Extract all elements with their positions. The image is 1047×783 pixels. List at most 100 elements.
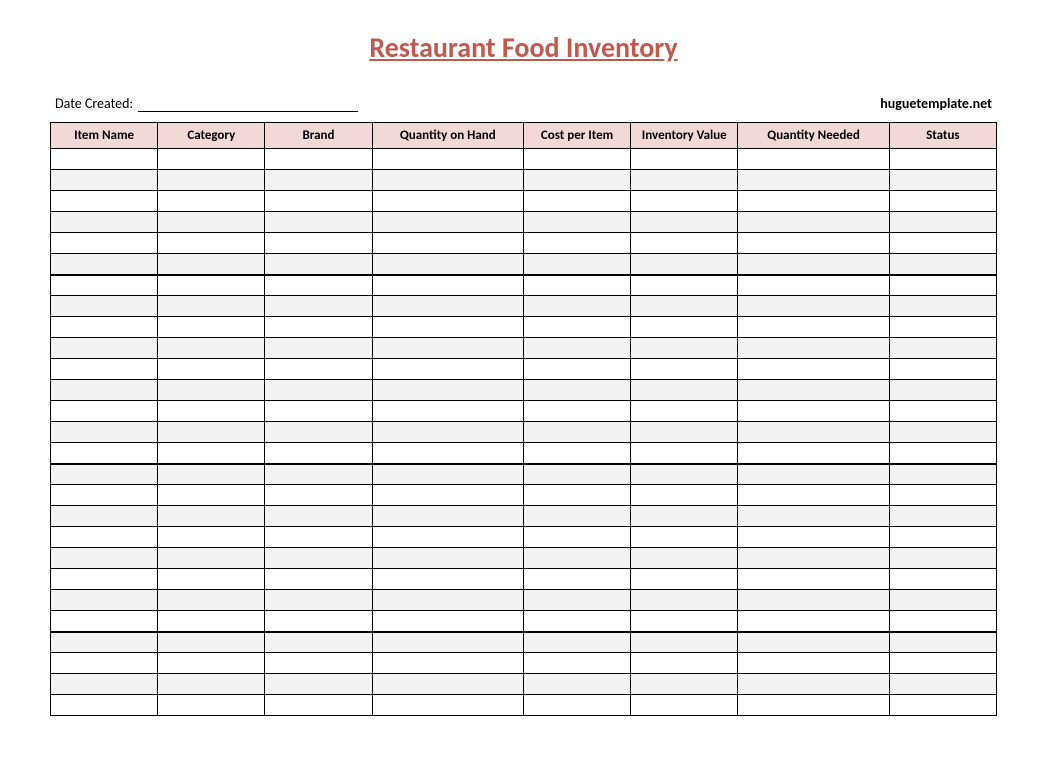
table-cell[interactable] xyxy=(523,338,630,359)
table-cell[interactable] xyxy=(158,632,265,653)
table-cell[interactable] xyxy=(265,653,372,674)
table-cell[interactable] xyxy=(889,548,996,569)
table-cell[interactable] xyxy=(631,695,738,716)
table-cell[interactable] xyxy=(889,674,996,695)
table-cell[interactable] xyxy=(738,317,889,338)
date-created-value[interactable] xyxy=(138,96,358,112)
table-cell[interactable] xyxy=(158,233,265,254)
table-cell[interactable] xyxy=(51,149,158,170)
table-cell[interactable] xyxy=(523,674,630,695)
table-cell[interactable] xyxy=(265,485,372,506)
table-cell[interactable] xyxy=(738,485,889,506)
table-cell[interactable] xyxy=(265,359,372,380)
table-cell[interactable] xyxy=(523,212,630,233)
table-cell[interactable] xyxy=(889,422,996,443)
table-cell[interactable] xyxy=(372,464,523,485)
table-cell[interactable] xyxy=(889,695,996,716)
table-cell[interactable] xyxy=(631,233,738,254)
table-cell[interactable] xyxy=(738,275,889,296)
table-cell[interactable] xyxy=(265,317,372,338)
table-cell[interactable] xyxy=(158,275,265,296)
table-cell[interactable] xyxy=(372,359,523,380)
table-cell[interactable] xyxy=(523,191,630,212)
table-cell[interactable] xyxy=(631,317,738,338)
table-cell[interactable] xyxy=(631,170,738,191)
table-cell[interactable] xyxy=(631,464,738,485)
table-cell[interactable] xyxy=(631,275,738,296)
table-cell[interactable] xyxy=(158,590,265,611)
table-cell[interactable] xyxy=(51,590,158,611)
table-cell[interactable] xyxy=(158,653,265,674)
table-cell[interactable] xyxy=(631,674,738,695)
table-cell[interactable] xyxy=(265,674,372,695)
table-cell[interactable] xyxy=(372,149,523,170)
table-cell[interactable] xyxy=(51,191,158,212)
table-cell[interactable] xyxy=(523,401,630,422)
table-cell[interactable] xyxy=(738,590,889,611)
table-cell[interactable] xyxy=(158,569,265,590)
table-cell[interactable] xyxy=(265,464,372,485)
table-cell[interactable] xyxy=(265,296,372,317)
table-cell[interactable] xyxy=(158,422,265,443)
table-cell[interactable] xyxy=(265,527,372,548)
table-cell[interactable] xyxy=(158,380,265,401)
table-cell[interactable] xyxy=(738,632,889,653)
table-cell[interactable] xyxy=(372,548,523,569)
table-cell[interactable] xyxy=(51,443,158,464)
table-cell[interactable] xyxy=(523,170,630,191)
table-cell[interactable] xyxy=(889,611,996,632)
table-cell[interactable] xyxy=(889,632,996,653)
table-cell[interactable] xyxy=(889,233,996,254)
table-cell[interactable] xyxy=(51,506,158,527)
table-cell[interactable] xyxy=(372,590,523,611)
table-cell[interactable] xyxy=(51,632,158,653)
table-cell[interactable] xyxy=(523,254,630,275)
table-cell[interactable] xyxy=(158,506,265,527)
table-cell[interactable] xyxy=(372,569,523,590)
table-cell[interactable] xyxy=(631,338,738,359)
table-cell[interactable] xyxy=(158,338,265,359)
table-cell[interactable] xyxy=(372,422,523,443)
table-cell[interactable] xyxy=(631,569,738,590)
table-cell[interactable] xyxy=(372,443,523,464)
table-cell[interactable] xyxy=(889,317,996,338)
table-cell[interactable] xyxy=(51,338,158,359)
table-cell[interactable] xyxy=(265,422,372,443)
table-cell[interactable] xyxy=(51,653,158,674)
table-cell[interactable] xyxy=(51,674,158,695)
table-cell[interactable] xyxy=(889,464,996,485)
table-cell[interactable] xyxy=(51,380,158,401)
table-cell[interactable] xyxy=(889,590,996,611)
table-cell[interactable] xyxy=(523,527,630,548)
table-cell[interactable] xyxy=(738,527,889,548)
table-cell[interactable] xyxy=(51,254,158,275)
table-cell[interactable] xyxy=(372,527,523,548)
table-cell[interactable] xyxy=(523,548,630,569)
table-cell[interactable] xyxy=(738,233,889,254)
table-cell[interactable] xyxy=(265,233,372,254)
table-cell[interactable] xyxy=(523,506,630,527)
table-cell[interactable] xyxy=(523,359,630,380)
table-cell[interactable] xyxy=(523,632,630,653)
table-cell[interactable] xyxy=(51,695,158,716)
table-cell[interactable] xyxy=(523,380,630,401)
table-cell[interactable] xyxy=(738,464,889,485)
table-cell[interactable] xyxy=(265,401,372,422)
table-cell[interactable] xyxy=(631,653,738,674)
table-cell[interactable] xyxy=(51,611,158,632)
table-cell[interactable] xyxy=(889,401,996,422)
table-cell[interactable] xyxy=(158,191,265,212)
table-cell[interactable] xyxy=(158,464,265,485)
table-cell[interactable] xyxy=(631,632,738,653)
table-cell[interactable] xyxy=(265,443,372,464)
table-cell[interactable] xyxy=(51,527,158,548)
table-cell[interactable] xyxy=(631,506,738,527)
table-cell[interactable] xyxy=(265,590,372,611)
table-cell[interactable] xyxy=(631,191,738,212)
table-cell[interactable] xyxy=(889,506,996,527)
table-cell[interactable] xyxy=(51,170,158,191)
table-cell[interactable] xyxy=(158,317,265,338)
table-cell[interactable] xyxy=(158,695,265,716)
table-cell[interactable] xyxy=(372,632,523,653)
table-cell[interactable] xyxy=(372,254,523,275)
